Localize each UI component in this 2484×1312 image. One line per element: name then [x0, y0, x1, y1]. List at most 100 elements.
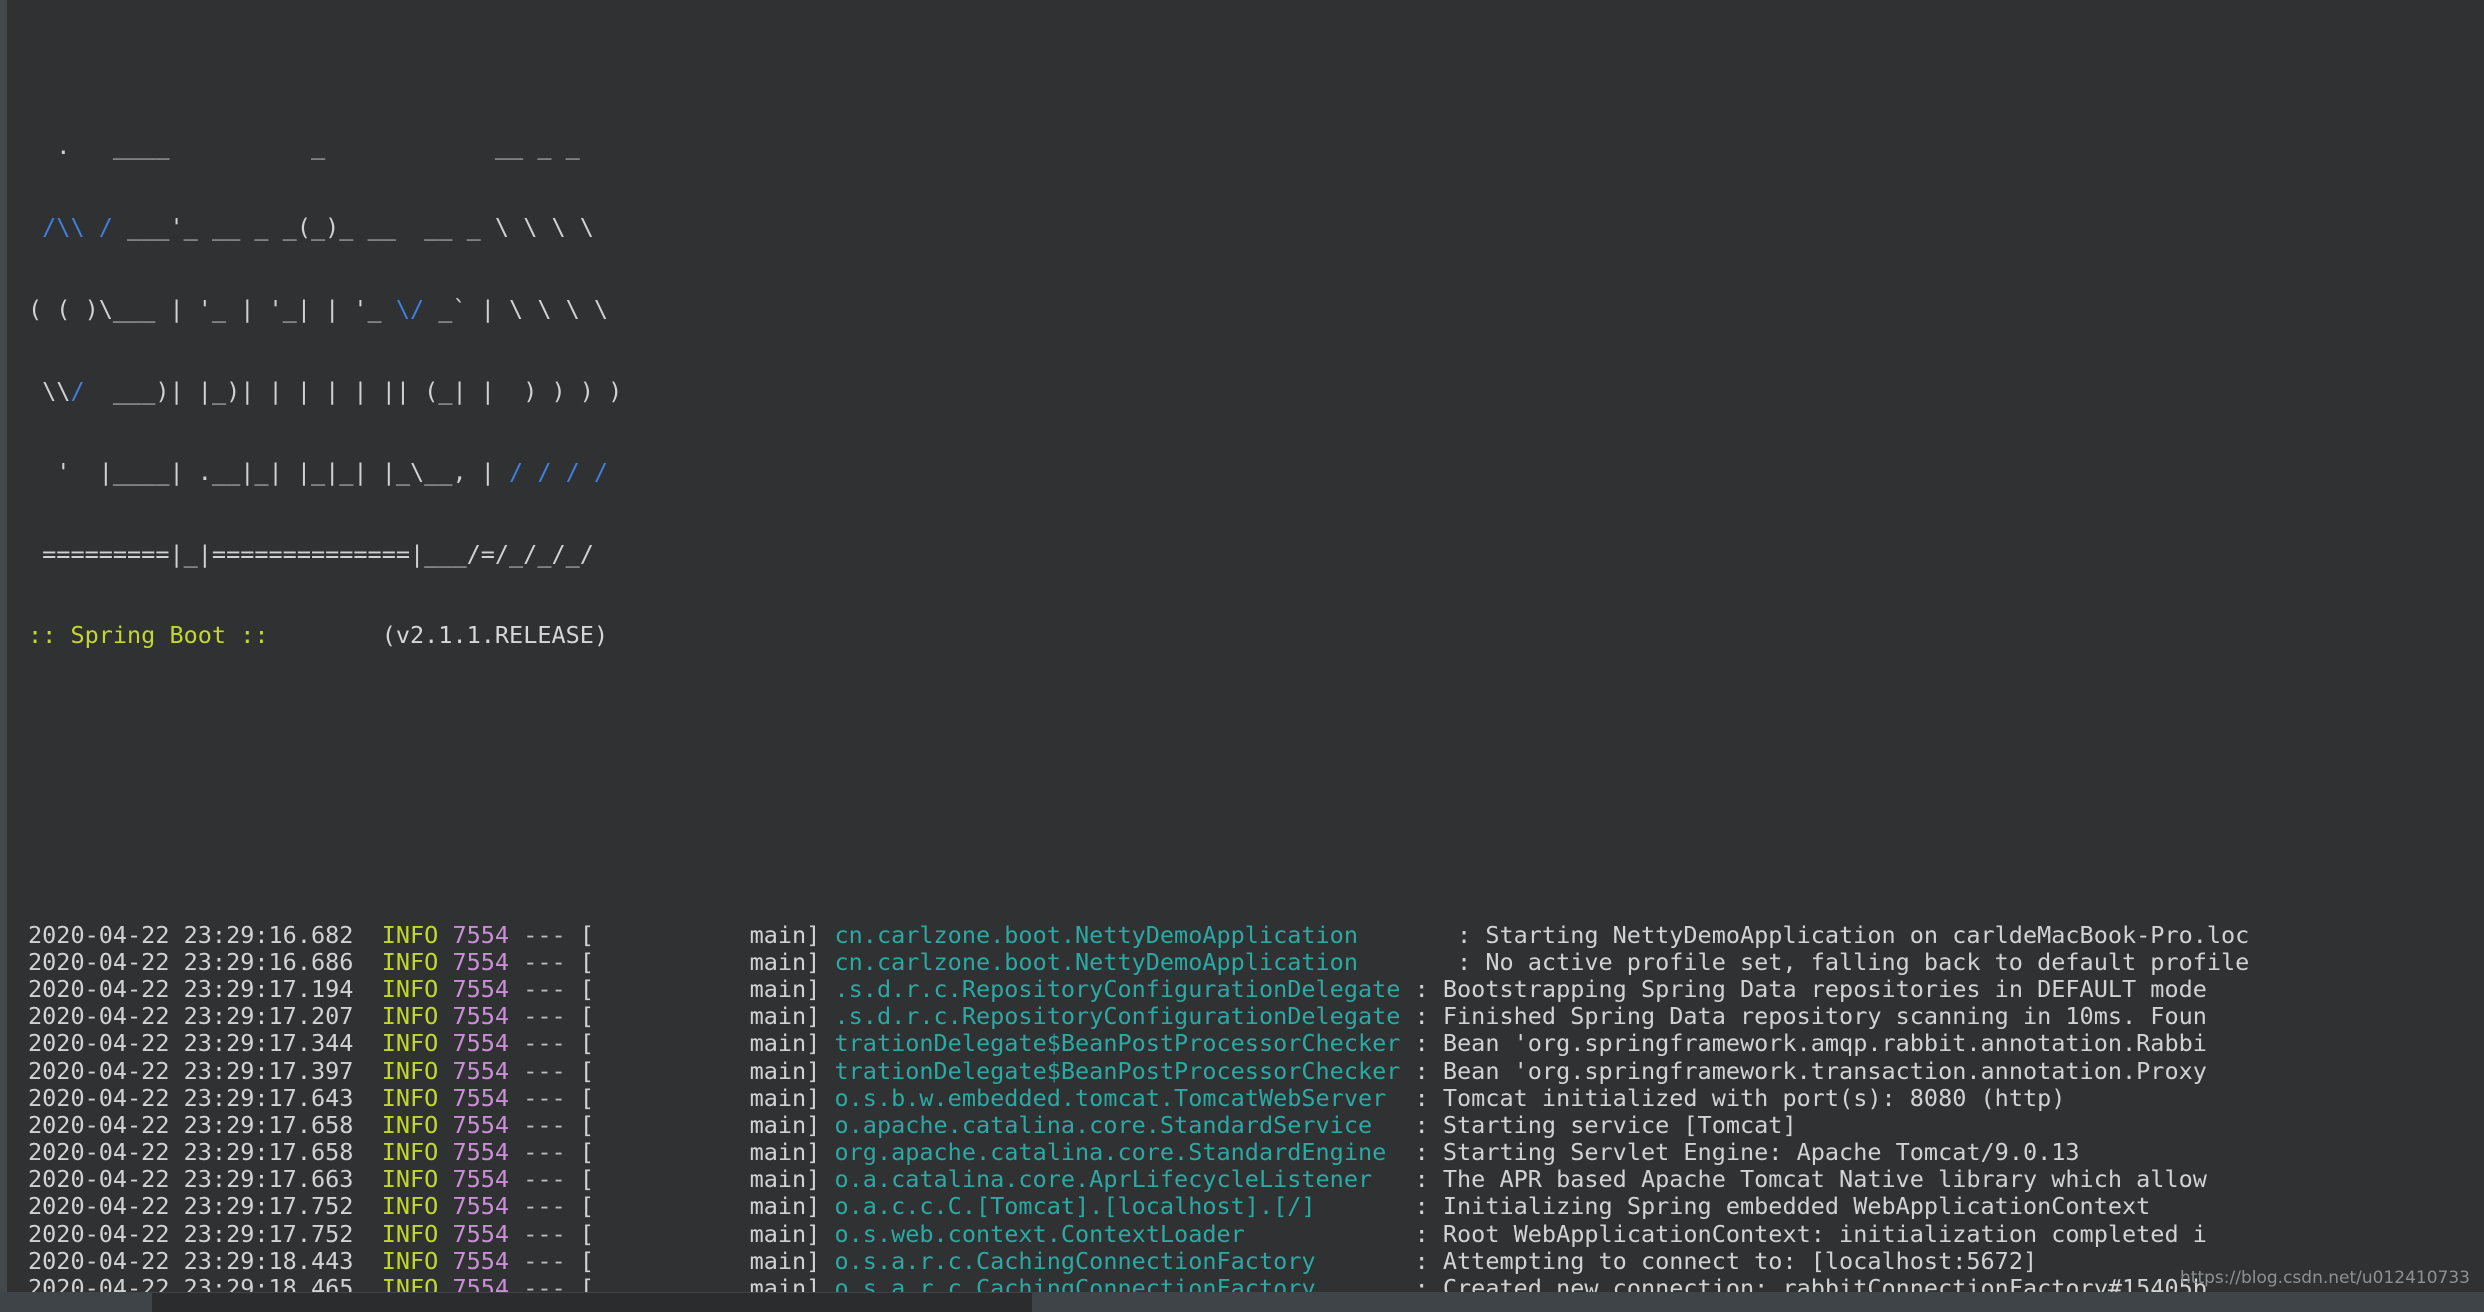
log-gap	[820, 1138, 834, 1166]
log-colon: :	[1400, 1083, 1443, 1112]
log-timestamp: 2020-04-22 23:29:17.663	[28, 1165, 354, 1194]
log-entry: 2020-04-22 23:29:17.663 INFO 7554 --- [ …	[28, 1166, 2249, 1193]
log-thread: [ main]	[579, 1083, 821, 1112]
log-logger: o.s.web.context.ContextLoader	[834, 1219, 1401, 1248]
log-message: Starting NettyDemoApplication on carldeM…	[1485, 920, 2250, 949]
log-colon: :	[1400, 1002, 1443, 1031]
log-entry: 2020-04-22 23:29:17.344 INFO 7554 --- [ …	[28, 1030, 2249, 1057]
console-text-content: . ____ _ __ _ _ /\\ / ___'_ __ _ _(_)_ _…	[28, 24, 2249, 1292]
log-thread: [ main]	[579, 1246, 821, 1275]
log-timestamp: 2020-04-22 23:29:17.658	[28, 1110, 354, 1139]
log-message: Starting service [Tomcat]	[1442, 1110, 1797, 1139]
log-gap	[438, 1002, 452, 1030]
log-gap	[438, 1138, 452, 1166]
log-separator: ---	[509, 1056, 580, 1085]
log-gap	[438, 975, 452, 1003]
log-gap	[820, 975, 834, 1003]
log-entry: 2020-04-22 23:29:17.752 INFO 7554 --- [ …	[28, 1193, 2249, 1220]
log-gap	[438, 1220, 452, 1248]
log-gap	[820, 1247, 834, 1275]
log-gap	[353, 1220, 381, 1248]
log-gap	[353, 1247, 381, 1275]
horizontal-scrollbar-thumb[interactable]	[152, 1293, 1032, 1312]
log-colon: :	[1400, 1110, 1443, 1139]
banner-line-4: \\/ ___)| |_)| | | | | || (_| | ) ) ) )	[28, 376, 623, 405]
log-pid: 7554	[452, 1219, 510, 1248]
log-entry: 2020-04-22 23:29:17.752 INFO 7554 --- [ …	[28, 1219, 2249, 1248]
log-gap	[820, 921, 834, 949]
log-gap	[820, 948, 834, 976]
log-colon: :	[1400, 1165, 1443, 1194]
banner-spacer-2	[28, 786, 2249, 813]
log-colon: :	[1400, 1192, 1443, 1221]
banner-spacer	[28, 704, 2249, 731]
log-level: INFO	[381, 920, 439, 949]
log-gap	[820, 1029, 834, 1057]
log-pid: 7554	[452, 1246, 510, 1275]
log-gap	[820, 1111, 834, 1139]
log-level: INFO	[381, 1192, 439, 1221]
log-level: INFO	[381, 1056, 439, 1085]
log-message: Tomcat initialized with port(s): 8080 (h…	[1442, 1083, 2066, 1112]
log-timestamp: 2020-04-22 23:29:18.465	[28, 1274, 354, 1292]
log-separator: ---	[509, 1138, 580, 1167]
log-colon: :	[1400, 1138, 1443, 1167]
log-thread: [ main]	[579, 1219, 821, 1248]
log-timestamp: 2020-04-22 23:29:17.344	[28, 1029, 354, 1058]
log-logger: o.a.c.c.C.[Tomcat].[localhost].[/]	[834, 1192, 1401, 1221]
log-thread: [ main]	[579, 1165, 821, 1194]
log-gap	[353, 1192, 381, 1220]
banner-line-6: =========|_|==============|___/=/_/_/_/	[28, 539, 594, 568]
log-gap	[820, 1057, 834, 1085]
log-gap	[820, 1165, 834, 1193]
console-output-pane[interactable]: . ____ _ __ _ _ /\\ / ___'_ __ _ _(_)_ _…	[0, 0, 2484, 1312]
log-pid: 7554	[452, 1138, 510, 1167]
banner-line-5: ' |____| .__|_| |_|_| |_\__, | / / / /	[28, 458, 609, 487]
log-separator: ---	[509, 947, 580, 976]
log-level: INFO	[381, 1110, 439, 1139]
horizontal-scrollbar[interactable]	[0, 1292, 2484, 1312]
log-thread: [ main]	[579, 1029, 821, 1058]
log-colon: :	[1400, 974, 1443, 1003]
log-level: INFO	[381, 947, 439, 976]
log-gap	[438, 1247, 452, 1275]
log-message: Initializing Spring embedded WebApplicat…	[1442, 1192, 2151, 1221]
log-gap	[820, 1192, 834, 1220]
log-colon: :	[1400, 1219, 1443, 1248]
log-separator: ---	[509, 974, 580, 1003]
log-level: INFO	[381, 1246, 439, 1275]
log-logger: org.apache.catalina.core.StandardEngine	[834, 1138, 1401, 1167]
log-message: Attempting to connect to: [localhost:567…	[1442, 1246, 2038, 1275]
log-separator: ---	[509, 1029, 580, 1058]
log-entry: 2020-04-22 23:29:17.194 INFO 7554 --- [ …	[28, 974, 2249, 1003]
log-gap	[438, 1192, 452, 1220]
log-message: No active profile set, falling back to d…	[1485, 947, 2250, 976]
log-logger: o.s.a.r.c.CachingConnectionFactory	[834, 1246, 1401, 1275]
log-timestamp: 2020-04-22 23:29:17.397	[28, 1056, 354, 1085]
log-entry: 2020-04-22 23:29:18.443 INFO 7554 --- [ …	[28, 1246, 2249, 1275]
log-colon: :	[1442, 920, 1486, 949]
log-gap	[438, 1165, 452, 1193]
log-timestamp: 2020-04-22 23:29:17.752	[28, 1219, 354, 1248]
log-gap	[353, 975, 381, 1003]
log-colon: :	[1400, 1246, 1443, 1275]
log-gap	[353, 1111, 381, 1139]
log-logger: .s.d.r.c.RepositoryConfigurationDelegate	[834, 1002, 1401, 1031]
log-pid: 7554	[452, 1083, 510, 1112]
log-timestamp: 2020-04-22 23:29:16.686	[28, 947, 354, 976]
log-gap	[438, 1111, 452, 1139]
console-scroll-pane[interactable]: . ____ _ __ _ _ /\\ / ___'_ __ _ _(_)_ _…	[7, 0, 2484, 1292]
log-entry: 2020-04-22 23:29:17.658 INFO 7554 --- [ …	[28, 1138, 2249, 1167]
log-gap	[353, 921, 381, 949]
log-message: Bean 'org.springframework.transaction.an…	[1442, 1056, 2207, 1085]
log-timestamp: 2020-04-22 23:29:17.752	[28, 1192, 354, 1221]
log-pid: 7554	[452, 947, 510, 976]
log-level: INFO	[381, 1219, 439, 1248]
log-entry-list: 2020-04-22 23:29:16.682 INFO 7554 --- [ …	[28, 920, 2250, 1292]
log-pid: 7554	[452, 920, 510, 949]
log-gap	[820, 1220, 834, 1248]
log-gap	[438, 1057, 452, 1085]
log-entry: 2020-04-22 23:29:17.658 INFO 7554 --- [ …	[28, 1110, 2249, 1139]
log-message: Finished Spring Data repository scanning…	[1442, 1002, 2207, 1031]
log-level: INFO	[381, 974, 439, 1003]
